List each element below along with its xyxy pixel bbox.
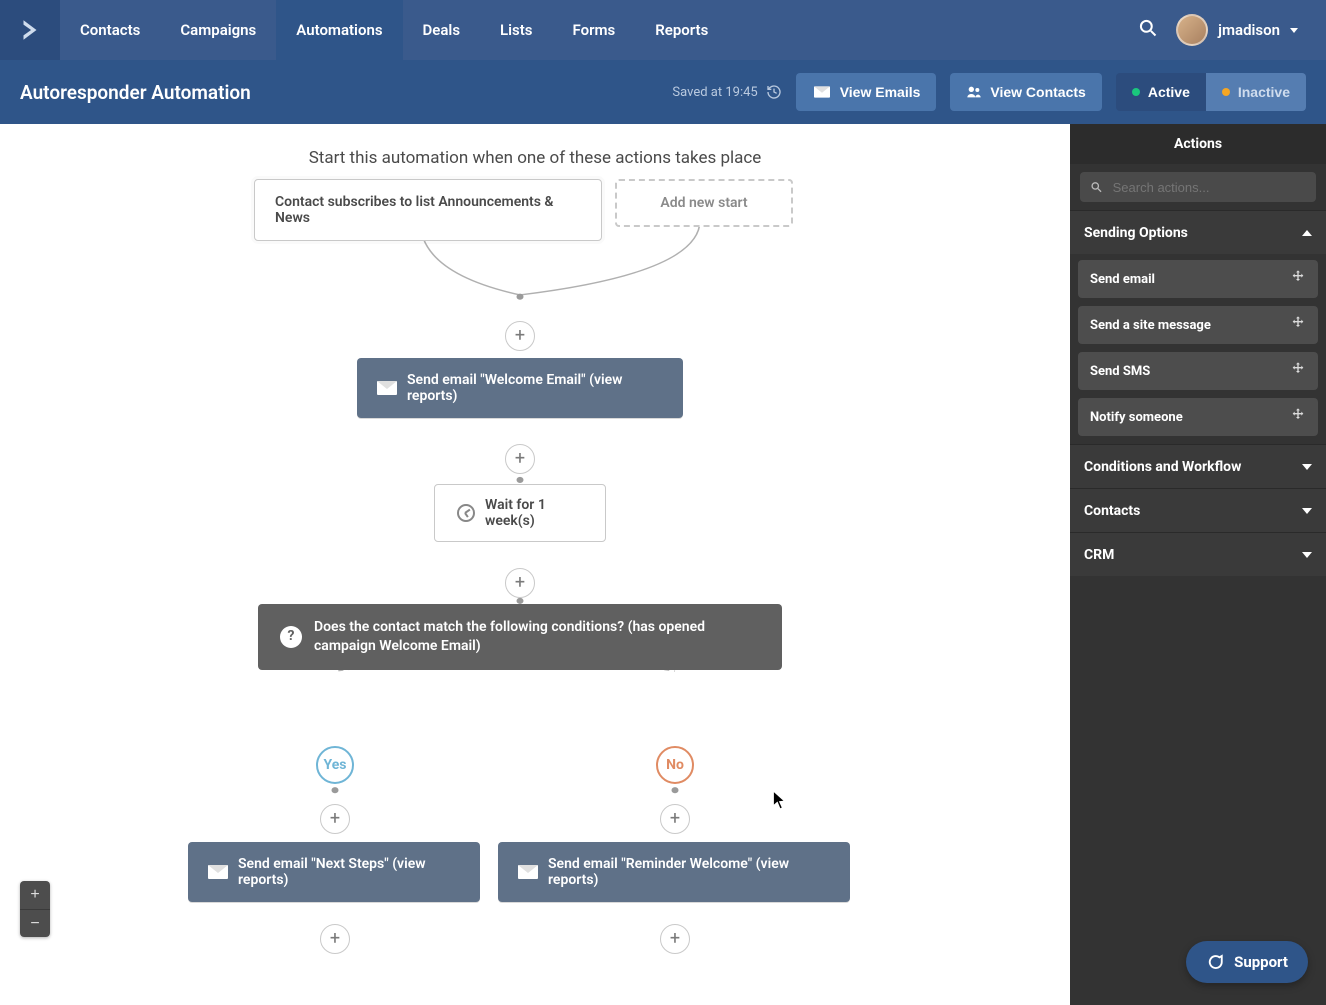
add-step-button[interactable]: +	[320, 804, 350, 834]
question-icon: ?	[280, 626, 302, 648]
top-nav: Contacts Campaigns Automations Deals Lis…	[0, 0, 1326, 60]
start-caption: Start this automation when one of these …	[309, 148, 762, 168]
mail-icon	[814, 86, 830, 97]
chevron-right-icon	[17, 17, 43, 43]
mail-icon	[377, 381, 397, 395]
nav-campaigns[interactable]: Campaigns	[160, 0, 276, 60]
chevron-up-icon	[1302, 230, 1312, 236]
nav-deals[interactable]: Deals	[403, 0, 481, 60]
wait-node[interactable]: Wait for 1 week(s)	[434, 484, 606, 542]
condition-node[interactable]: ? Does the contact match the following c…	[258, 604, 782, 670]
add-step-button[interactable]: +	[320, 924, 350, 954]
email-node-welcome[interactable]: Send email "Welcome Email" (view reports…	[357, 358, 683, 418]
add-step-button[interactable]: +	[505, 568, 535, 598]
chevron-down-icon	[1302, 552, 1312, 558]
branch-no[interactable]: No	[656, 746, 694, 784]
add-step-button[interactable]: +	[660, 804, 690, 834]
branch-yes[interactable]: Yes	[316, 746, 354, 784]
status-inactive-button[interactable]: Inactive	[1206, 73, 1306, 111]
action-send-sms[interactable]: Send SMS	[1078, 352, 1318, 390]
chevron-down-icon	[1302, 508, 1312, 514]
chat-icon	[1206, 953, 1224, 971]
move-icon	[1290, 315, 1306, 335]
saved-at: Saved at 19:45	[672, 84, 781, 100]
section-contacts[interactable]: Contacts	[1070, 488, 1326, 532]
add-step-button[interactable]: +	[505, 444, 535, 474]
move-icon	[1290, 269, 1306, 289]
nav-automations[interactable]: Automations	[276, 0, 402, 60]
mail-icon	[518, 865, 538, 879]
search-icon	[1090, 180, 1103, 194]
view-contacts-button[interactable]: View Contacts	[950, 73, 1101, 111]
move-icon	[1290, 361, 1306, 381]
actions-panel: Actions Sending Options Send email Send …	[1070, 124, 1326, 1005]
avatar	[1176, 14, 1208, 46]
search-icon[interactable]	[1138, 18, 1158, 42]
cursor-icon	[772, 790, 786, 810]
email-node-reminder[interactable]: Send email "Reminder Welcome" (view repo…	[498, 842, 850, 902]
user-menu[interactable]: jmadison	[1176, 14, 1298, 46]
add-step-button[interactable]: +	[505, 321, 535, 351]
section-crm[interactable]: CRM	[1070, 532, 1326, 576]
action-notify-someone[interactable]: Notify someone	[1078, 398, 1318, 436]
sub-header: Autoresponder Automation Saved at 19:45 …	[0, 60, 1326, 124]
clock-icon	[457, 504, 475, 522]
nav-lists[interactable]: Lists	[480, 0, 552, 60]
page-title: Autoresponder Automation	[20, 81, 251, 104]
email-node-next-steps[interactable]: Send email "Next Steps" (view reports)	[188, 842, 480, 902]
actions-search-input[interactable]	[1111, 179, 1306, 196]
zoom-out-button[interactable]: −	[20, 909, 50, 937]
section-sending-options[interactable]: Sending Options	[1070, 210, 1326, 254]
active-dot-icon	[1132, 88, 1140, 96]
nav-contacts[interactable]: Contacts	[60, 0, 160, 60]
people-icon	[966, 84, 982, 100]
trigger-node[interactable]: Contact subscribes to list Announcements…	[254, 179, 602, 241]
zoom-controls: + −	[20, 881, 50, 937]
username: jmadison	[1218, 21, 1280, 39]
nav-reports[interactable]: Reports	[635, 0, 728, 60]
nav-forms[interactable]: Forms	[553, 0, 636, 60]
zoom-in-button[interactable]: +	[20, 881, 50, 909]
panel-header: Actions	[1070, 124, 1326, 164]
chevron-down-icon	[1302, 464, 1312, 470]
support-button[interactable]: Support	[1186, 941, 1308, 983]
view-emails-button[interactable]: View Emails	[796, 73, 937, 111]
action-send-email[interactable]: Send email	[1078, 260, 1318, 298]
history-icon[interactable]	[766, 84, 782, 100]
panel-search	[1070, 164, 1326, 210]
mail-icon	[208, 865, 228, 879]
section-conditions-workflow[interactable]: Conditions and Workflow	[1070, 444, 1326, 488]
automation-canvas[interactable]: Start this automation when one of these …	[0, 124, 1070, 1005]
status-toggle: Active Inactive	[1116, 73, 1306, 111]
inactive-dot-icon	[1222, 88, 1230, 96]
chevron-down-icon	[1290, 28, 1298, 33]
move-icon	[1290, 407, 1306, 427]
add-step-button[interactable]: +	[660, 924, 690, 954]
action-send-site-message[interactable]: Send a site message	[1078, 306, 1318, 344]
logo[interactable]	[0, 0, 60, 60]
add-start-node[interactable]: Add new start	[615, 179, 793, 227]
status-active-button[interactable]: Active	[1116, 73, 1206, 111]
